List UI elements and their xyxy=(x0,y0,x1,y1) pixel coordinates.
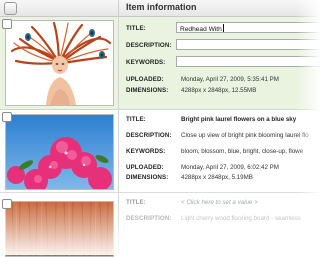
keywords-label: KEYWORDS: xyxy=(126,148,166,155)
description-input[interactable] xyxy=(176,39,320,50)
thumbnail-cell xyxy=(0,110,119,192)
dimensions-label: DIMENSIONS: xyxy=(126,87,169,94)
wood-texture-image[interactable] xyxy=(5,201,114,257)
dimensions-value: 4288px x 2848px, 5.19MB xyxy=(181,174,253,181)
title-label: TITLE: xyxy=(126,199,146,206)
description-label: DESCRIPTION: xyxy=(126,215,172,222)
title-value[interactable]: Bright pink laurel flowers on a blue sky xyxy=(181,116,296,123)
description-label: DESCRIPTION: xyxy=(126,132,172,139)
description-value[interactable]: Light cherry wood flooring board - seaml… xyxy=(181,215,301,222)
list-header: Item information xyxy=(0,0,320,17)
uploaded-value: Monday, April 27, 2009, 6:02:42 PM xyxy=(181,164,279,171)
header-thumb-column xyxy=(0,0,119,16)
uploaded-label: UPLOADED: xyxy=(126,76,164,83)
keywords-value[interactable]: bloom, blossom, blue, bright, close-up, … xyxy=(181,148,303,155)
list-item[interactable]: TITLE: < Click here to set a value > DES… xyxy=(0,193,320,257)
redhead-portrait-image[interactable] xyxy=(5,20,114,106)
list-item[interactable]: TITLE: Bright pink laurel flowers on a b… xyxy=(0,110,320,193)
item-checkbox[interactable] xyxy=(2,19,12,29)
description-value[interactable]: Close up view of bright pink blooming la… xyxy=(181,132,309,139)
title-input[interactable]: Redhead With xyxy=(176,22,320,33)
list-item[interactable]: TITLE: Redhead With DESCRIPTION: KEYWORD… xyxy=(0,17,320,110)
header-options-icon[interactable] xyxy=(4,2,17,15)
keywords-label: KEYWORDS: xyxy=(126,59,166,66)
title-placeholder[interactable]: < Click here to set a value > xyxy=(181,199,258,206)
keywords-input[interactable] xyxy=(176,56,320,67)
dimensions-value: 4288px x 2848px, 12.55MB xyxy=(181,87,257,94)
title-input-value: Redhead With xyxy=(180,26,222,33)
text-caret xyxy=(222,24,224,32)
title-label: TITLE: xyxy=(126,116,146,123)
uploaded-label: UPLOADED: xyxy=(126,164,164,171)
dimensions-label: DIMENSIONS: xyxy=(126,174,169,181)
uploaded-value: Monday, April 27, 2009, 5:35:41 PM xyxy=(181,76,279,83)
thumbnail-cell xyxy=(0,193,119,257)
title-label: TITLE: xyxy=(126,25,146,32)
item-checkbox[interactable] xyxy=(2,199,12,209)
pink-flowers-image[interactable] xyxy=(5,114,114,190)
item-checkbox[interactable] xyxy=(2,112,12,122)
item-list-panel: Item information TITLE: Redhead With DES… xyxy=(0,0,320,257)
description-label: DESCRIPTION: xyxy=(126,42,172,49)
thumbnail-cell xyxy=(0,17,119,109)
header-title: Item information xyxy=(126,2,197,12)
